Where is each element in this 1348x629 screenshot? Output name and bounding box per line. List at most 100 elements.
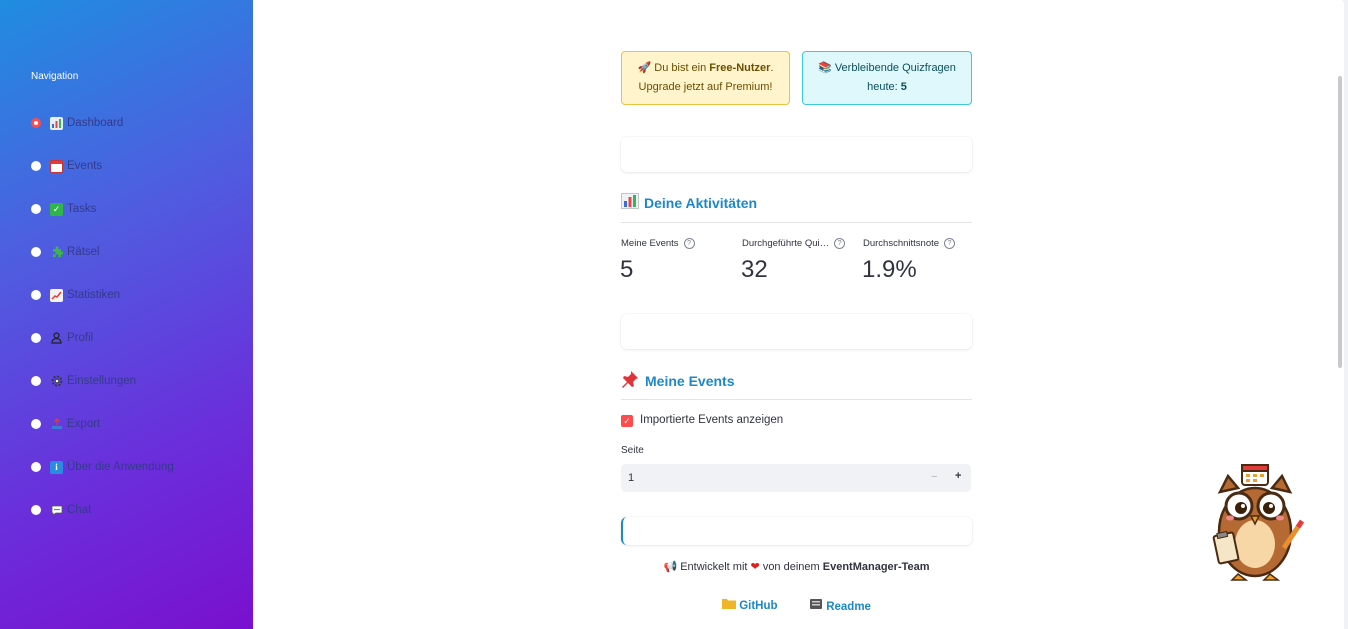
footer-text: Entwickelt mit [680,561,748,573]
radio[interactable] [31,247,41,257]
metric-label: Durchschnittsnote? [863,238,956,249]
section-title-text: Deine Aktivitäten [644,194,758,211]
banner-text: heute: [867,81,901,93]
heart-icon: ❤ [750,561,760,573]
owl-mascot-icon [1212,464,1305,581]
sidebar-item-ueber[interactable]: i Über die Anwendung [31,459,174,475]
book-icon [809,599,826,613]
scrollbar[interactable] [1338,76,1342,368]
metric-label: Meine Events? [621,238,695,249]
metric-label-text: Durchgeführte Qui… [742,238,830,249]
footer-text: von deinem [762,561,820,573]
checkmark-icon: ✓ [50,202,63,216]
sidebar-item-profil[interactable]: Profil [31,330,93,346]
radio[interactable] [31,505,41,515]
divider [621,222,972,223]
imported-events-checkbox[interactable]: ✓ [621,415,633,427]
sidebar-item-label: Chat [67,504,92,516]
decrement-button[interactable]: − [931,471,937,483]
pushpin-icon [621,370,639,391]
speech-bubble-icon [50,504,63,517]
sidebar-item-tasks[interactable]: ✓ Tasks [31,201,96,217]
link-label[interactable]: Readme [826,601,871,613]
sidebar-item-statistiken[interactable]: Statistiken [31,287,120,303]
help-icon[interactable]: ? [834,238,846,249]
sidebar-item-label: Tasks [67,203,97,215]
radio[interactable] [31,161,41,171]
banner-line-2: heute: 5 [867,78,907,97]
metric-value: 32 [741,256,768,283]
team-name: EventManager-Team [822,561,930,573]
radio[interactable] [31,419,41,429]
megaphone-icon: 📢 [663,561,678,573]
nav-title: Navigation [31,71,79,82]
gear-icon [50,375,63,388]
quiz-count: 5 [900,81,907,93]
banner-bold: Free-Nutzer [709,62,771,74]
sidebar-item-dashboard[interactable]: Dashboard [31,115,123,131]
metric-label-text: Meine Events [621,238,679,249]
trend-chart-icon [50,288,63,302]
sidebar-item-label: Export [67,418,101,430]
sidebar-item-label: Dashboard [67,117,124,129]
books-icon: 📚 [818,62,832,74]
metric-value: 1.9% [862,256,917,283]
bar-chart-icon [50,116,63,130]
radio[interactable] [31,290,41,300]
upgrade-text: Upgrade jetzt auf Premium! [638,81,773,93]
info-icon: i [50,460,63,474]
sidebar-item-events[interactable]: Events [31,158,102,174]
metric-label-text: Durchschnittsnote [863,238,940,249]
sidebar-item-export[interactable]: Export [31,416,100,432]
checkbox-label: Importierte Events anzeigen [640,414,784,426]
page-value[interactable]: 1 [628,472,634,484]
footer-credit: 📢 Entwickelt mit ❤ von deinem EventManag… [621,560,972,573]
page-number-input[interactable]: 1 − + [621,464,971,492]
radio[interactable] [31,333,41,343]
puzzle-icon [50,246,63,259]
empty-card [621,314,972,349]
sidebar-item-label: Statistiken [67,289,121,301]
github-link[interactable]: GitHub [722,598,778,612]
upload-tray-icon [50,418,63,431]
page-label: Seite [621,445,644,456]
user-icon [50,332,63,345]
help-icon[interactable]: ? [683,238,695,249]
sidebar-item-raetsel[interactable]: Rätsel [31,244,100,260]
sidebar-item-label: Profil [67,332,94,344]
link-label[interactable]: GitHub [739,600,777,612]
radio[interactable] [31,376,41,386]
section-title-text: Meine Events [645,372,735,389]
banner-text: Du bist ein [654,62,710,74]
folder-icon [722,599,739,612]
metric-label: Durchgeführte Qui…? [742,238,846,249]
sidebar-item-chat[interactable]: Chat [31,502,91,518]
metric-value: 5 [620,256,634,283]
quiz-remaining-banner: 📚 Verbleibende Quizfragen heute: 5 [802,51,972,105]
increment-button[interactable]: + [955,470,961,482]
free-user-banner: 🚀 Du bist ein Free-Nutzer. Upgrade jetzt… [621,51,790,105]
sidebar-item-einstellungen[interactable]: Einstellungen [31,373,136,389]
radio[interactable] [31,204,41,214]
sidebar-item-label: Einstellungen [67,375,137,387]
bar-chart-icon [621,193,639,212]
sidebar-item-label: Events [67,160,103,172]
banner-line-1: 🚀 Du bist ein Free-Nutzer. [638,59,774,78]
radio-selected[interactable] [31,118,41,128]
sidebar-item-label: Über die Anwendung [67,461,174,473]
divider [621,399,972,400]
radio[interactable] [31,462,41,472]
sidebar: Navigation Dashboard Events ✓ Tasks Räts… [0,0,253,629]
readme-link[interactable]: Readme [809,598,871,613]
loading-card [621,517,972,545]
sidebar-item-label: Rätsel [67,246,100,258]
banner-text: . [770,62,774,74]
banner-text: Verbleibende Quizfragen [834,62,956,74]
rocket-icon: 🚀 [637,62,652,74]
calendar-icon [50,159,63,173]
empty-card [621,137,972,172]
events-title: Meine Events [621,370,734,391]
activities-title: Deine Aktivitäten [621,193,757,212]
banner-line-1: 📚 Verbleibende Quizfragen [818,59,956,78]
help-icon[interactable]: ? [944,238,956,249]
